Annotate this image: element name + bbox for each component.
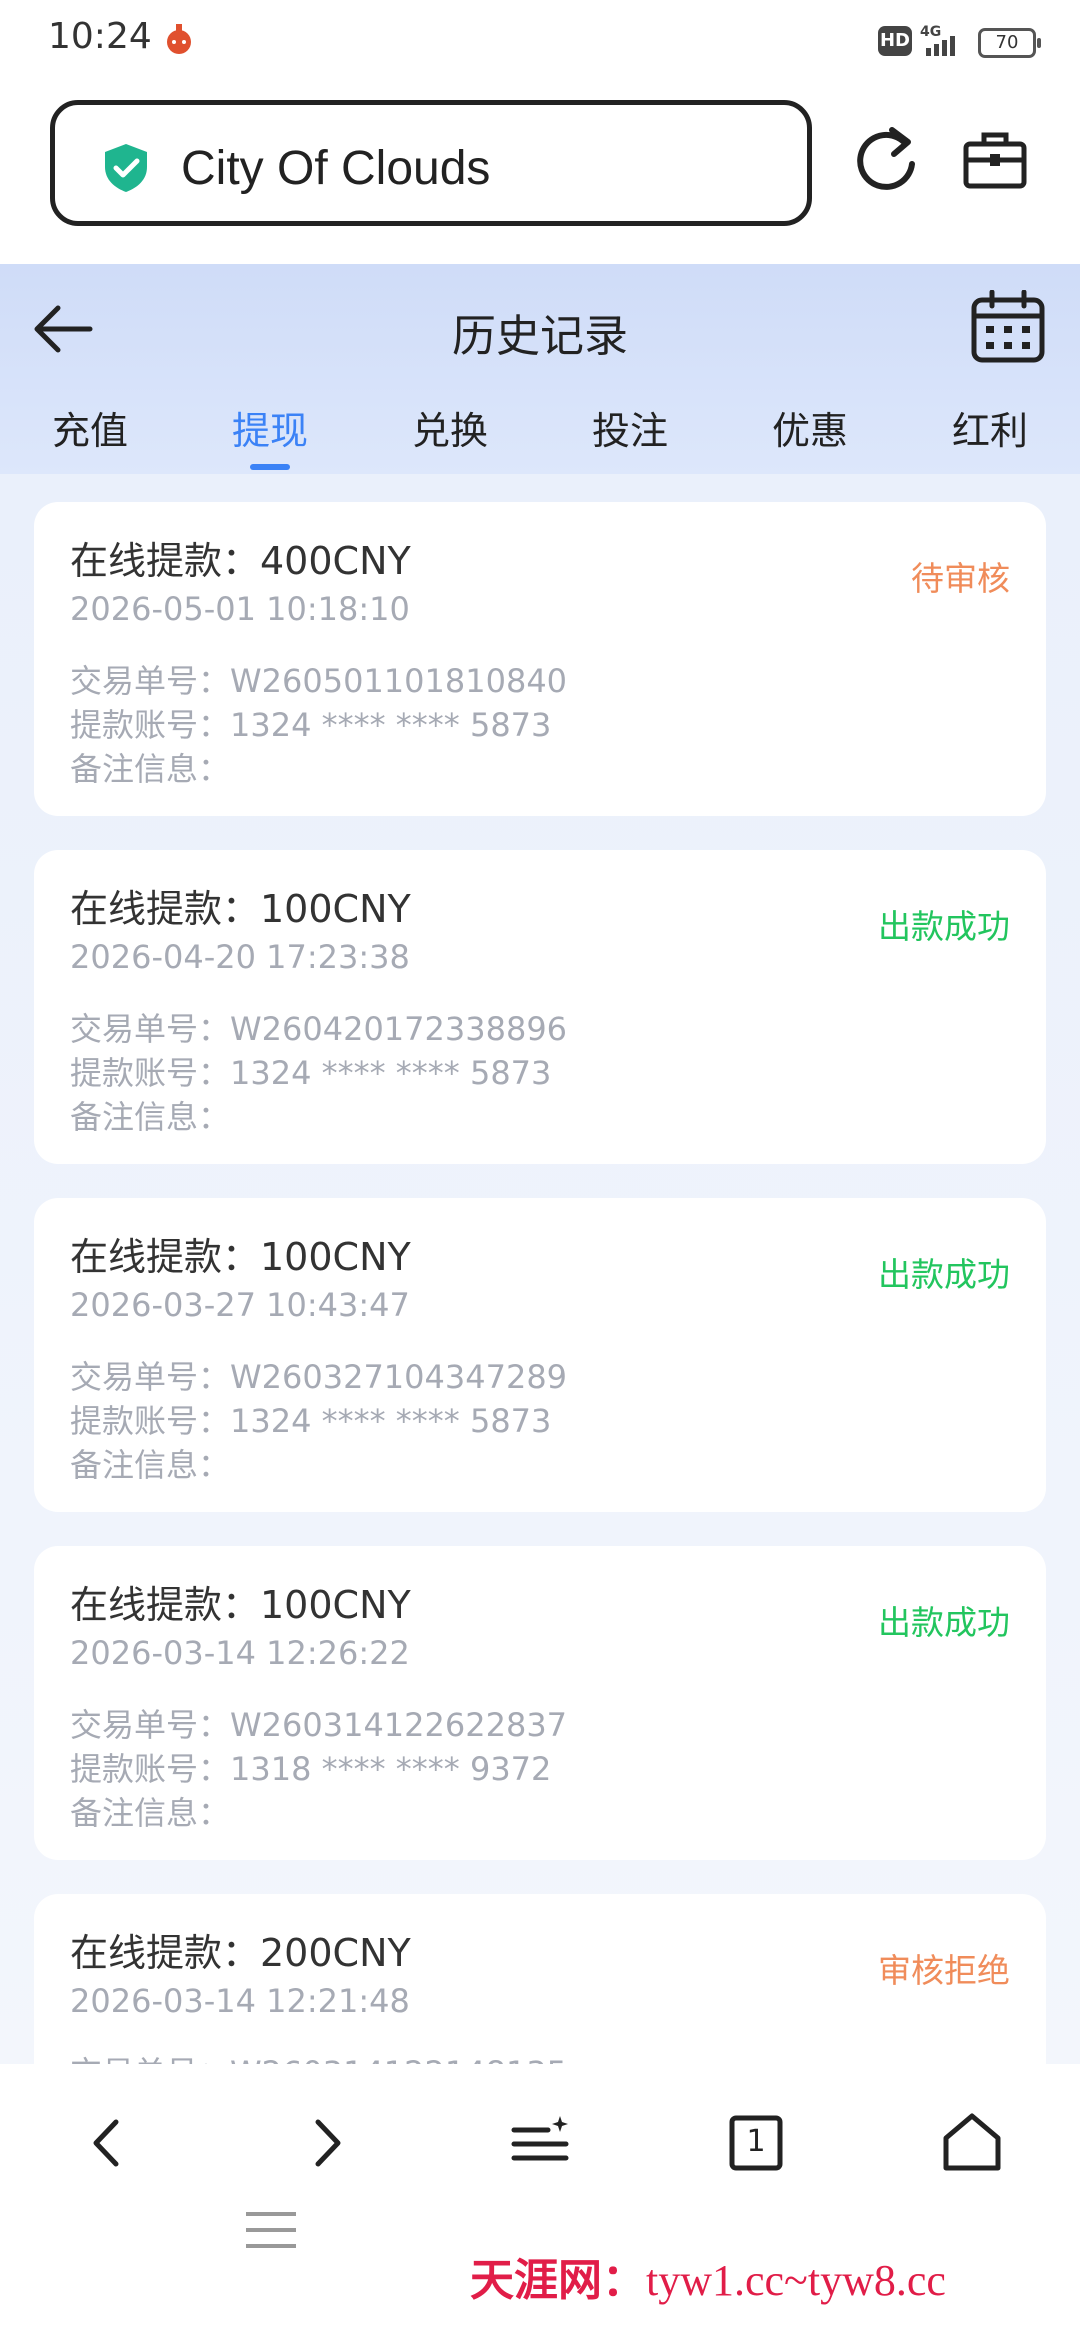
system-menu-icon[interactable] <box>244 2210 298 2250</box>
toolbox-icon[interactable] <box>962 130 1028 190</box>
watermark-site: 天涯网： <box>470 2256 646 2305</box>
hd-icon: HD <box>878 26 912 56</box>
tabs-button[interactable]: 1 <box>716 2108 796 2178</box>
status-bar: 10:24 HD 4G 70 <box>0 0 1080 84</box>
record-title: 在线提款：100CNY <box>70 1583 411 1627</box>
record-tabs: 充值 提现 兑换 投注 优惠 红利 <box>0 392 1080 474</box>
record-order-number: 交易单号：W260501101810840 <box>70 662 568 700</box>
signal-icon: 4G <box>920 24 955 56</box>
address-bar[interactable]: City Of Clouds <box>50 100 812 226</box>
tab-exchange[interactable]: 兑换 <box>360 400 540 455</box>
record-order-number: 交易单号：W260314122622837 <box>70 1706 568 1744</box>
page-title: 历史记录 <box>452 311 628 362</box>
svg-text:4G: 4G <box>920 24 941 40</box>
tab-withdraw[interactable]: 提现 <box>180 400 360 455</box>
record-order-number: 交易单号：W260327104347289 <box>70 1358 568 1396</box>
record-account: 提款账号：1324 **** **** 5873 <box>70 706 552 744</box>
browser-toolbar: City Of Clouds <box>0 84 1080 264</box>
active-tab-indicator <box>250 464 290 470</box>
record-title: 在线提款：400CNY <box>70 539 411 583</box>
record-account: 提款账号：1318 **** **** 9372 <box>70 1750 552 1788</box>
home-icon[interactable] <box>932 2108 1012 2178</box>
tab-bets[interactable]: 投注 <box>540 400 720 455</box>
back-icon[interactable] <box>68 2108 148 2178</box>
battery-icon: 70 <box>978 28 1041 58</box>
menu-icon[interactable] <box>500 2108 580 2178</box>
tab-bonus[interactable]: 红利 <box>900 400 1080 455</box>
withdraw-record-list: 在线提款：400CNY 待审核 2026-05-01 10:18:10 交易单号… <box>0 474 1080 2064</box>
notification-icon <box>167 24 191 54</box>
record-note: 备注信息： <box>70 1098 231 1136</box>
record-status: 出款成功 <box>878 1603 1010 1642</box>
record-order-number: 交易单号：W260420172338896 <box>70 1010 568 1048</box>
forward-icon[interactable] <box>286 2108 366 2178</box>
record-card[interactable]: 在线提款：200CNY 审核拒绝 2026-03-14 12:21:48 交易单… <box>34 1894 1046 2064</box>
record-time: 2026-04-20 17:23:38 <box>70 938 410 976</box>
reload-icon[interactable] <box>852 122 922 198</box>
page-header: 历史记录 充值 提现 兑换 投注 优惠 红利 <box>0 264 1080 474</box>
record-card[interactable]: 在线提款：100CNY 出款成功 2026-03-27 10:43:47 交易单… <box>34 1198 1046 1512</box>
record-note: 备注信息： <box>70 1794 231 1832</box>
record-time: 2026-05-01 10:18:10 <box>70 590 410 628</box>
tab-deposit[interactable]: 充值 <box>0 400 180 455</box>
record-time: 2026-03-27 10:43:47 <box>70 1286 410 1324</box>
status-time: 10:24 <box>48 16 152 57</box>
record-time: 2026-03-14 12:26:22 <box>70 1634 410 1672</box>
record-card[interactable]: 在线提款：400CNY 待审核 2026-05-01 10:18:10 交易单号… <box>34 502 1046 816</box>
address-bar-title: City Of Clouds <box>181 142 491 195</box>
record-title: 在线提款：100CNY <box>70 887 411 931</box>
tab-promotions[interactable]: 优惠 <box>720 400 900 455</box>
watermark: 天涯网：tyw1.cc~tyw8.cc <box>470 2244 946 2308</box>
record-account: 提款账号：1324 **** **** 5873 <box>70 1054 552 1092</box>
calendar-icon[interactable] <box>970 290 1046 364</box>
record-title: 在线提款：200CNY <box>70 1931 411 1975</box>
tab-count: 1 <box>746 2124 766 2159</box>
record-note: 备注信息： <box>70 1446 231 1484</box>
record-card[interactable]: 在线提款：100CNY 出款成功 2026-04-20 17:23:38 交易单… <box>34 850 1046 1164</box>
record-status: 出款成功 <box>878 1255 1010 1294</box>
record-status: 待审核 <box>911 559 1010 598</box>
record-status: 审核拒绝 <box>878 1951 1010 1990</box>
record-time: 2026-03-14 12:21:48 <box>70 1982 410 2020</box>
record-status: 出款成功 <box>878 907 1010 946</box>
shield-check-icon <box>105 144 147 192</box>
record-title: 在线提款：100CNY <box>70 1235 411 1279</box>
record-order-number: 交易单号：W260314122148135 <box>70 2048 567 2064</box>
record-note: 备注信息： <box>70 750 231 788</box>
watermark-url: tyw1.cc~tyw8.cc <box>646 2256 946 2305</box>
record-card[interactable]: 在线提款：100CNY 出款成功 2026-03-14 12:26:22 交易单… <box>34 1546 1046 1860</box>
record-account: 提款账号：1324 **** **** 5873 <box>70 1402 552 1440</box>
